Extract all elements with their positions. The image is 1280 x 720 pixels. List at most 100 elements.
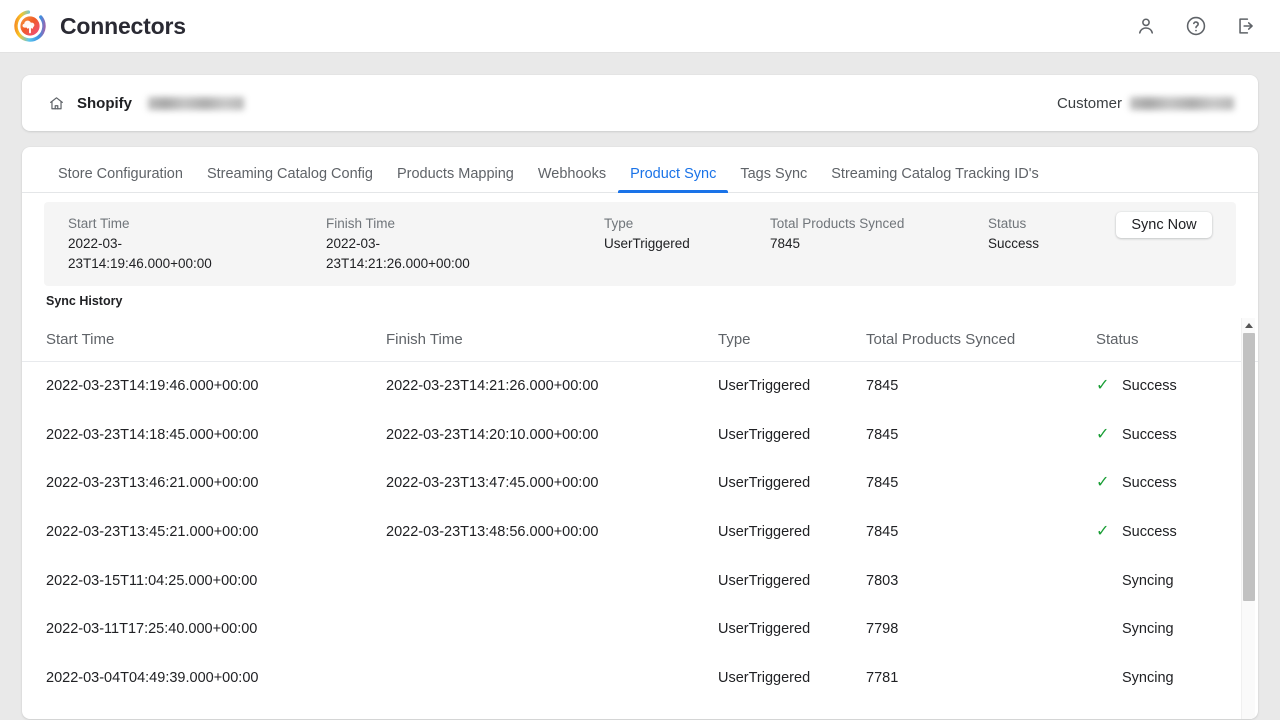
- table-row[interactable]: 2022-03-11T17:25:40.000+00:00 UserTrigge…: [22, 605, 1258, 654]
- cell-status: ✓ Success: [1096, 425, 1236, 443]
- cell-start-time: 2022-03-11T17:25:40.000+00:00: [46, 621, 258, 638]
- status-icon-placeholder: ✓: [1096, 573, 1122, 589]
- cell-status: ✓ Success: [1096, 377, 1236, 395]
- status-label: Syncing: [1122, 669, 1174, 686]
- column-header-type: Type: [718, 331, 751, 348]
- cell-type: UserTriggered: [718, 621, 811, 638]
- breadcrumb-store-redacted: [148, 96, 244, 110]
- cell-type: UserTriggered: [718, 475, 811, 492]
- cloud-upload-logo-icon: [14, 10, 46, 42]
- tab-store-configuration[interactable]: Store Configuration: [46, 166, 195, 193]
- summary-start-time-label: Start Time: [68, 216, 130, 231]
- summary-status-label: Status: [988, 216, 1027, 231]
- cell-start-time: 2022-03-23T14:18:45.000+00:00: [46, 426, 259, 443]
- status-icon-placeholder: ✓: [1096, 670, 1122, 686]
- status-label: Success: [1122, 524, 1177, 541]
- cell-start-time: 2022-03-23T14:19:46.000+00:00: [46, 378, 259, 395]
- app-title: Connectors: [60, 12, 186, 39]
- cell-status: ✓ Success: [1096, 523, 1236, 541]
- summary-type: Type UserTriggered: [604, 214, 770, 254]
- table-row[interactable]: 2022-03-15T11:04:25.000+00:00 UserTrigge…: [22, 556, 1258, 605]
- column-header-start-time: Start Time: [46, 331, 115, 348]
- status-label: Syncing: [1122, 621, 1174, 638]
- cell-finish-time: 2022-03-23T14:21:26.000+00:00: [386, 378, 599, 395]
- table-row[interactable]: 2022-03-04T04:49:39.000+00:00 UserTrigge…: [22, 654, 1258, 703]
- table-row[interactable]: 2022-03-23T14:18:45.000+00:00 2022-03-23…: [22, 411, 1258, 460]
- sync-now-button[interactable]: Sync Now: [1116, 212, 1212, 238]
- tab-webhooks[interactable]: Webhooks: [526, 166, 618, 193]
- customer-name-redacted: [1130, 96, 1234, 110]
- cell-start-time: 2022-03-23T13:46:21.000+00:00: [46, 475, 259, 492]
- summary-finish-time: Finish Time 2022-03-23T14:21:26.000+00:0…: [326, 214, 604, 274]
- tab-streaming-catalog-config[interactable]: Streaming Catalog Config: [195, 166, 385, 193]
- tab-products-mapping[interactable]: Products Mapping: [385, 166, 526, 193]
- status-label: Success: [1122, 426, 1177, 443]
- cell-type: UserTriggered: [718, 524, 811, 541]
- summary-start-time: Start Time 2022-03-23T14:19:46.000+00:00: [44, 214, 326, 274]
- cell-start-time: 2022-03-04T04:49:39.000+00:00: [46, 669, 259, 686]
- status-icon-placeholder: ✓: [1096, 621, 1122, 637]
- account-icon[interactable]: [1134, 14, 1158, 38]
- breadcrumb-connector-name: Shopify: [77, 94, 132, 112]
- scroll-down-arrow-icon[interactable]: [1242, 716, 1256, 719]
- cell-total: 7845: [866, 378, 899, 395]
- scroll-up-arrow-icon[interactable]: [1242, 318, 1256, 332]
- summary-finish-time-value: 2022-03-23T14:21:26.000+00:00: [326, 236, 470, 271]
- check-icon: ✓: [1096, 425, 1110, 443]
- tab-product-sync[interactable]: Product Sync: [618, 166, 729, 193]
- table-row[interactable]: 2022-03-23T13:46:21.000+00:00 2022-03-23…: [22, 459, 1258, 508]
- check-icon: ✓: [1096, 523, 1110, 541]
- cell-finish-time: 2022-03-23T13:48:56.000+00:00: [386, 524, 599, 541]
- column-header-finish-time: Finish Time: [386, 331, 463, 348]
- scrollbar-thumb[interactable]: [1243, 333, 1255, 601]
- status-label: Syncing: [1122, 572, 1174, 589]
- summary-finish-time-label: Finish Time: [326, 216, 396, 231]
- breadcrumb-bar: Shopify Customer: [22, 75, 1258, 131]
- cell-total: 7845: [866, 524, 899, 541]
- tab-streaming-catalog-tracking-ids[interactable]: Streaming Catalog Tracking ID's: [819, 166, 1050, 193]
- logout-icon[interactable]: [1234, 14, 1258, 38]
- cell-status: ✓ Syncing: [1096, 621, 1236, 637]
- cell-finish-time: 2022-03-23T13:47:45.000+00:00: [386, 475, 599, 492]
- sync-history-table: Start Time Finish Time Type Total Produc…: [22, 318, 1258, 719]
- cell-type: UserTriggered: [718, 669, 811, 686]
- summary-status-value: Success: [988, 236, 1040, 251]
- cell-type: UserTriggered: [718, 378, 811, 395]
- summary-type-value: UserTriggered: [604, 236, 690, 251]
- cell-total: 7845: [866, 475, 899, 492]
- product-sync-panel: Store Configuration Streaming Catalog Co…: [22, 147, 1258, 719]
- check-icon: ✓: [1096, 474, 1110, 492]
- cell-total: 7803: [866, 572, 899, 589]
- column-header-total-products: Total Products Synced: [866, 331, 1016, 348]
- table-row[interactable]: 2022-03-23T14:19:46.000+00:00 2022-03-23…: [22, 362, 1258, 411]
- summary-total-label: Total Products Synced: [770, 216, 905, 231]
- help-icon[interactable]: [1184, 14, 1208, 38]
- latest-sync-summary: Start Time 2022-03-23T14:19:46.000+00:00…: [44, 202, 1236, 286]
- home-icon[interactable]: [48, 95, 65, 112]
- summary-total-products: Total Products Synced 7845: [770, 214, 988, 254]
- column-header-status: Status: [1096, 331, 1139, 348]
- summary-type-label: Type: [604, 216, 634, 231]
- cell-total: 7845: [866, 426, 899, 443]
- cell-total: 7798: [866, 621, 899, 638]
- check-icon: ✓: [1096, 377, 1110, 395]
- customer-label: Customer: [1056, 94, 1122, 112]
- cell-start-time: 2022-03-23T13:45:21.000+00:00: [46, 524, 259, 541]
- cell-status: ✓ Syncing: [1096, 670, 1236, 686]
- app-header: Connectors: [0, 0, 1280, 53]
- tab-tags-sync[interactable]: Tags Sync: [728, 166, 819, 193]
- table-scrollbar[interactable]: [1241, 318, 1255, 719]
- breadcrumb[interactable]: Shopify: [48, 95, 244, 112]
- cell-status: ✓ Success: [1096, 474, 1236, 492]
- cell-total: 7781: [866, 669, 899, 686]
- brand: Connectors: [14, 10, 186, 42]
- table-row[interactable]: 2022-03-23T13:45:21.000+00:00 2022-03-23…: [22, 508, 1258, 557]
- cell-start-time: 2022-03-15T11:04:25.000+00:00: [46, 572, 258, 589]
- table-header-row: Start Time Finish Time Type Total Produc…: [22, 318, 1258, 362]
- status-label: Success: [1122, 378, 1177, 395]
- cell-type: UserTriggered: [718, 572, 811, 589]
- cell-status: ✓ Syncing: [1096, 573, 1236, 589]
- status-label: Success: [1122, 475, 1177, 492]
- header-actions: [1134, 14, 1258, 38]
- tab-bar: Store Configuration Streaming Catalog Co…: [22, 147, 1258, 193]
